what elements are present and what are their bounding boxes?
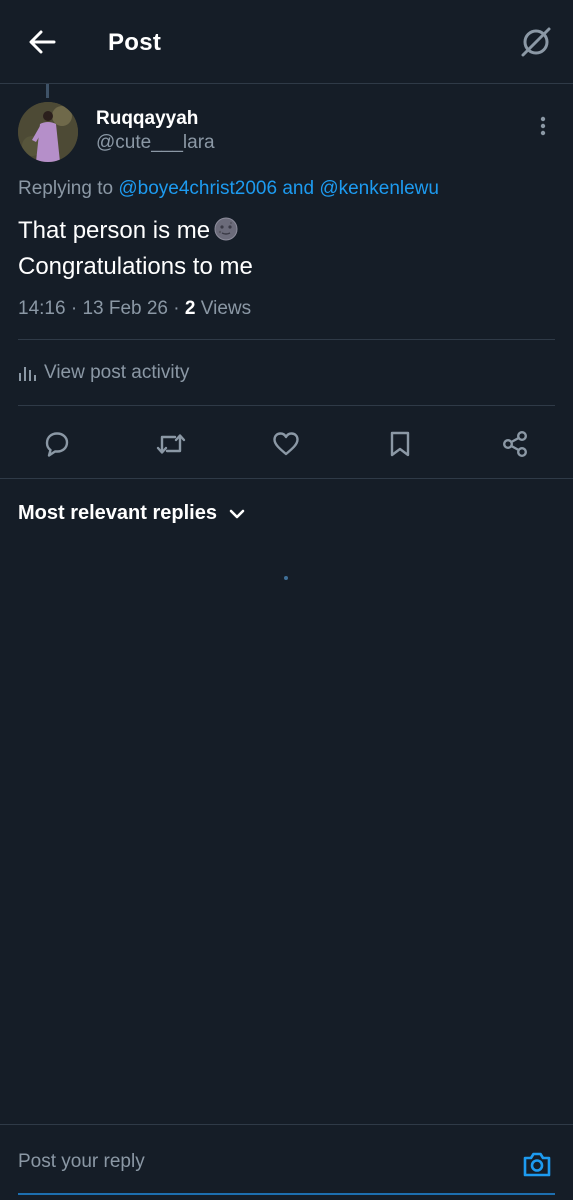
activity-label: View post activity: [44, 362, 190, 383]
like-button[interactable]: [268, 426, 304, 462]
reply-input-underline: [18, 1193, 555, 1195]
bar-chart-icon: [19, 367, 36, 381]
sort-label: Most relevant replies: [18, 502, 217, 524]
replying-prefix: Replying to: [18, 178, 119, 199]
reply-button[interactable]: [39, 426, 75, 462]
view-post-activity-link[interactable]: View post activity: [18, 362, 189, 384]
views-count: 2: [184, 298, 196, 319]
back-button[interactable]: [22, 24, 62, 60]
repost-icon: [156, 434, 186, 454]
repost-button[interactable]: [153, 426, 189, 462]
top-bar: Post: [0, 0, 573, 84]
author-name[interactable]: Ruqqayyah: [96, 108, 198, 130]
meta-separator: ·: [168, 298, 185, 319]
post-body: That person is me Congratulations to me: [18, 214, 253, 283]
share-icon: [502, 431, 528, 458]
bookmark-button[interactable]: [382, 426, 418, 462]
loading-indicator: [284, 576, 288, 580]
divider: [18, 339, 555, 340]
views-label: Views: [195, 298, 252, 319]
post-date: 13 Feb 26: [82, 298, 169, 319]
chevron-down-icon: [229, 509, 245, 518]
bookmark-icon: [390, 431, 410, 457]
post-text-line: That person is me: [18, 217, 211, 244]
comment-icon: [45, 432, 69, 457]
divider: [0, 478, 573, 479]
arrow-left-icon: [29, 30, 56, 54]
new-moon-face-emoji: [214, 217, 238, 250]
post-text-line: Congratulations to me: [18, 253, 253, 280]
reply-input[interactable]: [18, 1151, 488, 1173]
more-options-button[interactable]: [528, 112, 558, 140]
replies-sort-dropdown[interactable]: Most relevant replies: [18, 502, 245, 525]
share-button[interactable]: [497, 426, 533, 462]
grok-icon: [521, 27, 551, 57]
post-actions: [0, 410, 573, 478]
replying-to: Replying to @boye4christ2006 and @kenken…: [18, 178, 439, 200]
camera-button[interactable]: [520, 1147, 554, 1181]
thread-connector-line: [46, 84, 49, 98]
more-vertical-icon: [540, 116, 546, 136]
heart-icon: [273, 432, 299, 456]
grok-button[interactable]: [516, 22, 556, 62]
meta-separator: ·: [65, 298, 83, 319]
reply-composer: [0, 1124, 573, 1200]
replying-joiner: and: [277, 178, 320, 199]
divider: [18, 405, 555, 406]
page-title: Post: [108, 29, 162, 56]
camera-icon: [523, 1152, 551, 1177]
author-handle[interactable]: @cute___lara: [96, 132, 215, 154]
avatar[interactable]: [18, 102, 78, 162]
post-time: 14:16: [18, 298, 66, 319]
mention-link[interactable]: @kenkenlewu: [319, 178, 439, 199]
avatar-photo: [18, 102, 78, 162]
post-meta: 14:16 · 13 Feb 26 · 2 Views: [18, 298, 251, 320]
mention-link[interactable]: @boye4christ2006: [118, 178, 277, 199]
